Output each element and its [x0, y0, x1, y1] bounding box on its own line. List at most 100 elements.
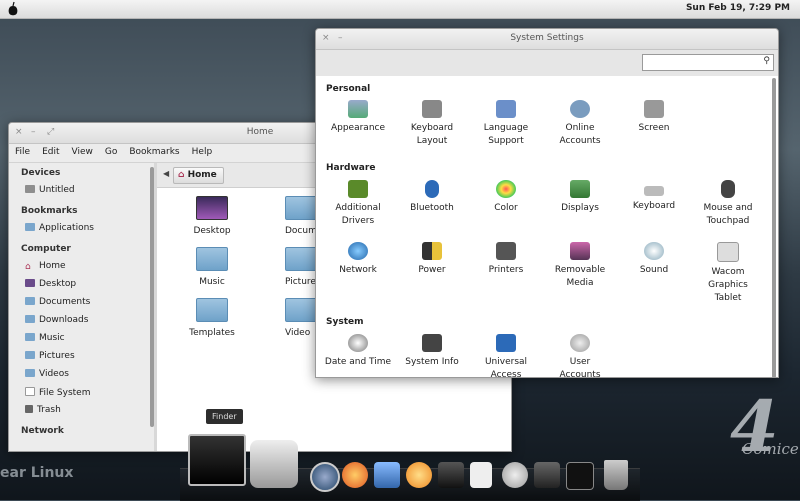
wacom-tablet-icon: [717, 242, 739, 262]
settings-online-accounts[interactable]: Online Accounts: [544, 100, 616, 148]
folder-icon: [25, 297, 35, 305]
settings-sound[interactable]: Sound: [618, 242, 690, 277]
wallpaper-badge: 4 Comice: [720, 385, 800, 468]
folder-icon: [25, 351, 35, 359]
settings-network[interactable]: Network: [322, 242, 394, 277]
sidebar-item-applications[interactable]: Applications: [9, 221, 154, 239]
settings-printers[interactable]: Printers: [470, 242, 542, 277]
settings-keyboard-layout[interactable]: Keyboard Layout: [396, 100, 468, 148]
users-icon[interactable]: [502, 462, 528, 488]
settings-scrollbar[interactable]: [772, 78, 776, 377]
sidebar: Devices Untitled Bookmarks Applications …: [9, 163, 154, 451]
settings-screen[interactable]: Screen: [618, 100, 690, 135]
search-icon[interactable]: ⚲: [763, 56, 770, 66]
media-player-icon[interactable]: [438, 462, 464, 488]
firefox-icon[interactable]: [342, 462, 368, 488]
menu-bookmarks[interactable]: Bookmarks: [123, 144, 185, 157]
dock-tooltip: Finder: [206, 409, 243, 424]
removable-media-icon: [570, 242, 590, 260]
sidebar-heading-bookmarks: Bookmarks: [21, 206, 78, 216]
terminal-icon[interactable]: [566, 462, 594, 490]
sidebar-item-pictures[interactable]: Pictures: [9, 349, 154, 367]
settings-power[interactable]: Power: [396, 242, 468, 277]
sidebar-heading-computer: Computer: [21, 244, 71, 254]
music-folder-icon: [196, 247, 228, 271]
settings-appearance[interactable]: Appearance: [322, 100, 394, 135]
menu-go[interactable]: Go: [99, 144, 123, 157]
additional-drivers-icon: [348, 180, 368, 198]
videos-folder-icon: [285, 298, 317, 322]
settings-universal-access[interactable]: Universal Access: [470, 334, 542, 377]
settings-user-accounts[interactable]: User Accounts: [544, 334, 616, 377]
path-left-arrow-icon[interactable]: ◀: [163, 169, 169, 178]
appearance-icon: [348, 100, 368, 118]
menu-view[interactable]: View: [66, 144, 99, 157]
desktop-icon: [25, 279, 35, 287]
language-support-icon: [496, 100, 516, 118]
menu-edit[interactable]: Edit: [36, 144, 65, 157]
keyboard-icon: [644, 186, 664, 196]
folder-icon: [25, 333, 35, 341]
drive-icon: [25, 185, 35, 193]
settings-language-support[interactable]: Language Support: [470, 100, 542, 148]
top-panel: Sun Feb 19, 7:29 PM: [0, 0, 800, 19]
settings-toolbar: ⚲: [316, 50, 778, 77]
folder-icon: [285, 196, 317, 220]
sidebar-item-file-system[interactable]: File System: [9, 385, 154, 403]
home-icon: ⌂: [25, 262, 31, 272]
sidebar-item-desktop[interactable]: Desktop: [9, 277, 154, 295]
keyboard-layout-icon: [422, 100, 442, 118]
photos-icon[interactable]: [406, 462, 432, 488]
mail-icon[interactable]: [374, 462, 400, 488]
settings-mouse-touchpad[interactable]: Mouse and Touchpad: [692, 180, 764, 228]
folder-icon: [25, 369, 35, 377]
settings-system-info[interactable]: System Info: [396, 334, 468, 369]
system-settings-window: × – System Settings ⚲ Personal Appearanc…: [315, 28, 779, 378]
home-icon: ⌂: [178, 170, 188, 180]
app-store-icon[interactable]: [310, 462, 340, 492]
pear-logo-icon[interactable]: [6, 1, 20, 17]
wallpaper-text: ear Linux: [0, 465, 74, 481]
file-item-templates[interactable]: Templates: [177, 298, 247, 338]
finder-icon[interactable]: [188, 434, 246, 486]
settings-removable-media[interactable]: Removable Media: [544, 242, 616, 290]
menu-file[interactable]: File: [9, 144, 36, 157]
settings-wacom[interactable]: Wacom Graphics Tablet: [692, 242, 764, 305]
settings-panel: Personal Appearance Keyboard Layout Lang…: [316, 76, 778, 377]
path-crumb-home[interactable]: ⌂ Home: [173, 167, 224, 184]
settings-keyboard[interactable]: Keyboard: [618, 180, 690, 213]
document-icon[interactable]: [470, 462, 492, 488]
sound-icon: [644, 242, 664, 260]
launchpad-icon[interactable]: [250, 440, 298, 488]
settings-displays[interactable]: Displays: [544, 180, 616, 215]
settings-bluetooth[interactable]: Bluetooth: [396, 180, 468, 215]
sidebar-item-videos[interactable]: Videos: [9, 367, 154, 385]
clock[interactable]: Sun Feb 19, 7:29 PM: [686, 3, 790, 13]
settings-date-time[interactable]: Date and Time: [322, 334, 394, 369]
sidebar-item-documents[interactable]: Documents: [9, 295, 154, 313]
sidebar-item-music[interactable]: Music: [9, 331, 154, 349]
power-icon: [422, 242, 442, 260]
settings-additional-drivers[interactable]: Additional Drivers: [322, 180, 394, 228]
printer-icon: [496, 242, 516, 260]
sidebar-item-downloads[interactable]: Downloads: [9, 313, 154, 331]
system-settings-icon[interactable]: [534, 462, 560, 488]
settings-title: System Settings: [510, 33, 584, 43]
trash-icon[interactable]: [604, 460, 628, 490]
sidebar-item-trash[interactable]: Trash: [9, 403, 154, 421]
bluetooth-icon: [425, 180, 439, 198]
sidebar-item-untitled[interactable]: Untitled: [9, 183, 154, 201]
file-item-desktop[interactable]: Desktop: [177, 196, 247, 236]
section-system: System: [326, 317, 364, 327]
settings-search-input[interactable]: ⚲: [642, 54, 774, 71]
wallpaper-badge-text: Comice: [742, 440, 799, 458]
folder-icon: [25, 223, 35, 231]
sidebar-item-home[interactable]: ⌂ Home: [9, 259, 154, 277]
settings-color[interactable]: Color: [470, 180, 542, 215]
file-item-music[interactable]: Music: [177, 247, 247, 287]
mouse-icon: [721, 180, 735, 198]
settings-titlebar[interactable]: × – System Settings: [316, 29, 778, 50]
folder-icon: [25, 315, 35, 323]
menu-help[interactable]: Help: [186, 144, 219, 157]
universal-access-icon: [496, 334, 516, 352]
